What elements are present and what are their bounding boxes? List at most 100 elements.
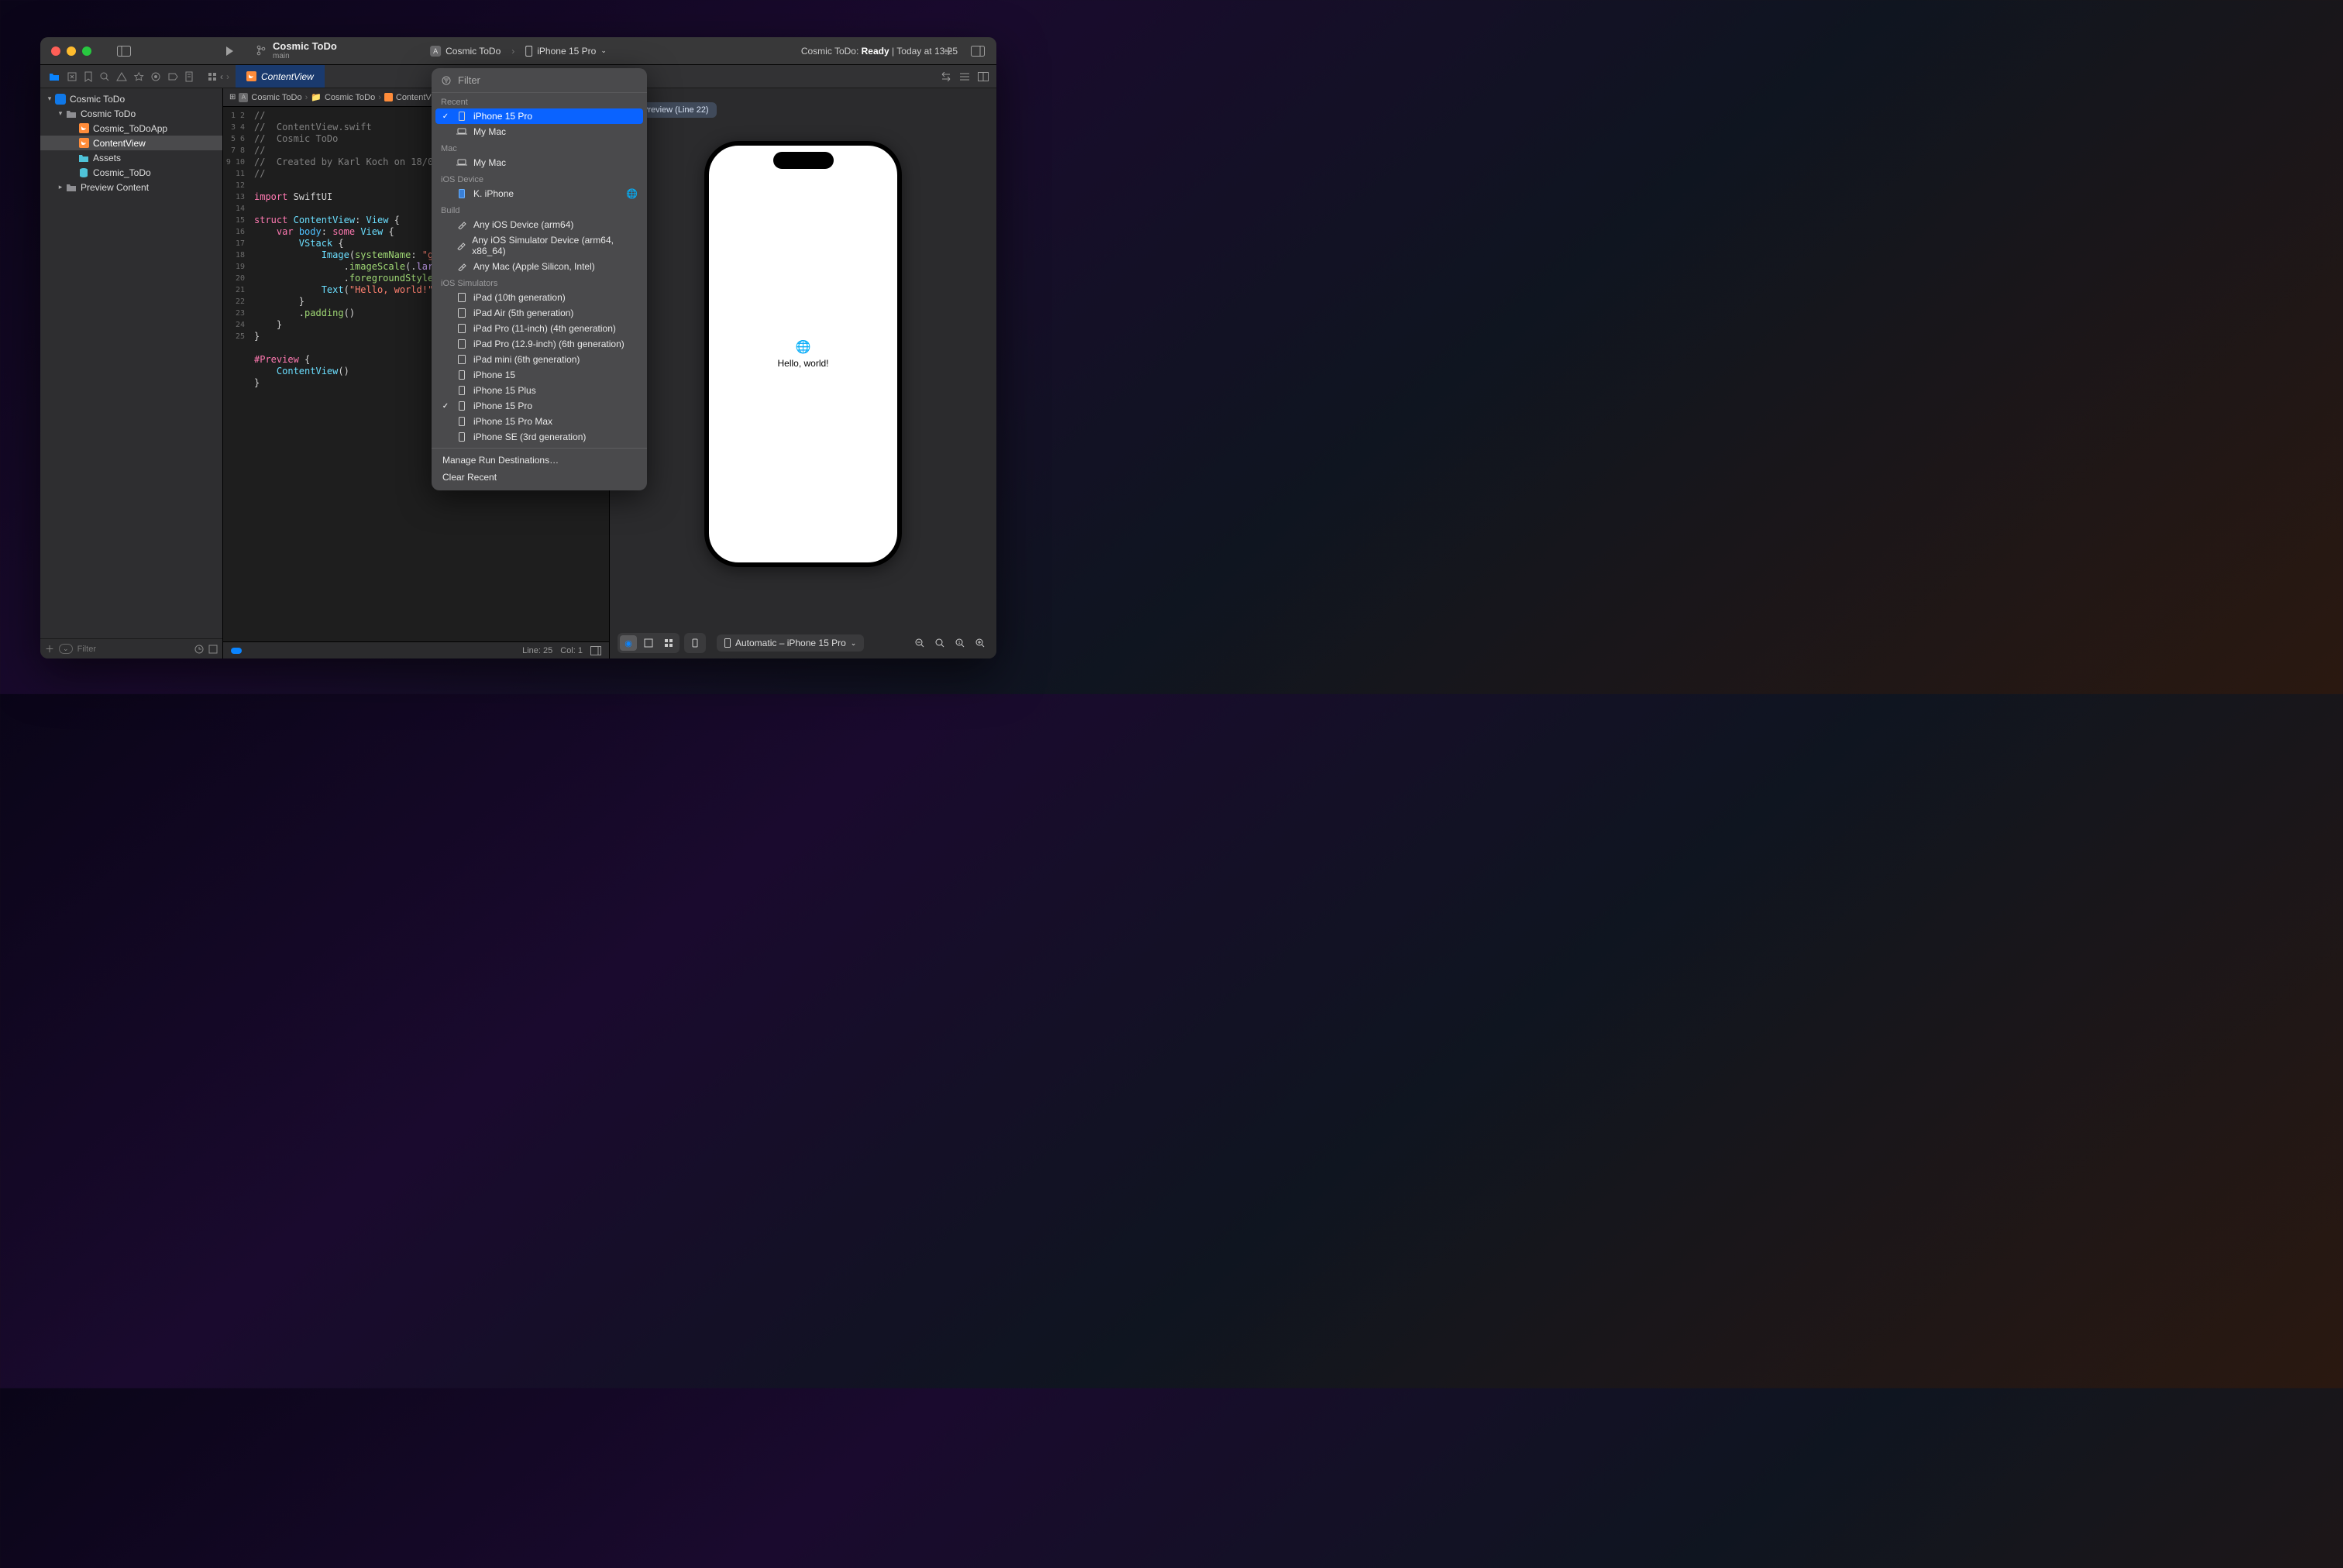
- phone-icon: [724, 638, 731, 648]
- destination-item[interactable]: ✓iPad Air (5th generation): [432, 305, 647, 321]
- phone-icon: [456, 112, 467, 121]
- destination-item[interactable]: ✓iPhone 15: [432, 367, 647, 383]
- destination-item[interactable]: ✓iPad mini (6th generation): [432, 352, 647, 367]
- destination-item[interactable]: ✓Any Mac (Apple Silicon, Intel): [432, 259, 647, 274]
- filter-scope-button[interactable]: ⌄: [59, 644, 73, 654]
- navigator-filter-bar: ＋ ⌄: [40, 638, 222, 658]
- ipad-icon: [456, 308, 467, 318]
- destination-item[interactable]: ✓iPhone SE (3rd generation): [432, 429, 647, 445]
- selectable-preview-button[interactable]: [640, 635, 657, 651]
- run-button[interactable]: [220, 42, 239, 60]
- laptop-icon: [456, 159, 467, 167]
- bookmark-navigator-tab[interactable]: [84, 71, 93, 82]
- canvas-controls: ◉ Automatic – iPhone 15 Pro ⌄ 1: [610, 628, 996, 658]
- test-navigator-tab[interactable]: [133, 71, 144, 82]
- branch-info[interactable]: Cosmic ToDo main: [256, 41, 337, 60]
- destination-item[interactable]: ✓iPhone 15 Pro: [435, 108, 643, 124]
- breakpoint-toggle[interactable]: [231, 648, 242, 654]
- ipad-icon: [456, 293, 467, 302]
- disclosure-triangle[interactable]: ▸: [56, 183, 65, 191]
- destination-item[interactable]: ✓iPhone 15 Pro Max: [432, 414, 647, 429]
- scm-status-button[interactable]: [208, 645, 218, 654]
- zoom-window-button[interactable]: [82, 46, 91, 56]
- find-navigator-tab[interactable]: [99, 71, 110, 82]
- report-navigator-tab[interactable]: [184, 71, 194, 82]
- minimap-toggle[interactable]: [590, 646, 601, 655]
- adjust-editor-button[interactable]: [959, 72, 970, 81]
- issue-navigator-tab[interactable]: [116, 71, 127, 82]
- close-window-button[interactable]: [51, 46, 60, 56]
- source-control-navigator-tab[interactable]: [67, 71, 77, 82]
- swift-icon: [246, 71, 256, 81]
- tree-item[interactable]: ▾ Cosmic ToDo: [40, 106, 222, 121]
- breakpoint-navigator-tab[interactable]: [167, 71, 178, 82]
- destination-item[interactable]: ✓iPhone 15 Pro: [432, 398, 647, 414]
- destination-selector[interactable]: iPhone 15 Pro ⌄: [519, 44, 613, 58]
- file-tree[interactable]: ▾ Cosmic ToDo ▾ Cosmic ToDo Cosmic_ToDoApp…: [40, 88, 222, 638]
- tree-item[interactable]: Assets: [40, 150, 222, 165]
- laptop-icon: [456, 128, 467, 136]
- destination-item[interactable]: ✓Any iOS Device (arm64): [432, 217, 647, 232]
- toggle-inspector-button[interactable]: [969, 42, 987, 60]
- tree-item[interactable]: ContentView: [40, 136, 222, 150]
- project-navigator-tab[interactable]: [48, 71, 60, 82]
- clear-recent-action[interactable]: Clear Recent: [432, 469, 647, 486]
- destination-item[interactable]: ✓iPad (10th generation): [432, 290, 647, 305]
- destination-item[interactable]: ✓K. iPhone🌐: [432, 186, 647, 201]
- preview-device-selector[interactable]: Automatic – iPhone 15 Pro ⌄: [717, 634, 864, 652]
- manage-destinations-action[interactable]: Manage Run Destinations…: [432, 452, 647, 469]
- destination-item-label: iPad Pro (12.9-inch) (6th generation): [473, 339, 624, 349]
- tree-item[interactable]: Cosmic_ToDo: [40, 165, 222, 180]
- add-button[interactable]: [939, 42, 958, 60]
- zoom-in-button[interactable]: [972, 635, 989, 651]
- destination-item[interactable]: ✓iPad Pro (12.9-inch) (6th generation): [432, 336, 647, 352]
- editor-options-button[interactable]: [941, 72, 951, 81]
- preview-canvas: Preview (Line 22) 🌐 Hello, world! ◉: [609, 88, 996, 658]
- tree-item-label: Cosmic ToDo: [81, 108, 136, 119]
- tree-item[interactable]: Cosmic_ToDoApp: [40, 121, 222, 136]
- scheme-selector[interactable]: A Cosmic ToDo: [424, 44, 507, 58]
- go-forward-button[interactable]: ›: [226, 71, 229, 82]
- go-back-button[interactable]: ‹: [220, 71, 223, 82]
- tree-item[interactable]: ▸Preview Content: [40, 180, 222, 194]
- popover-filter-placeholder[interactable]: Filter: [458, 74, 480, 86]
- minimize-window-button[interactable]: [67, 46, 76, 56]
- folder-icon: 📁: [311, 92, 322, 102]
- navigator-filter-input[interactable]: [77, 645, 190, 654]
- debug-navigator-tab[interactable]: [150, 71, 161, 82]
- simulator-device-frame[interactable]: 🌐 Hello, world!: [704, 141, 902, 567]
- toggle-navigator-button[interactable]: [115, 42, 133, 60]
- destination-item[interactable]: ✓My Mac: [432, 124, 647, 139]
- live-preview-button[interactable]: ◉: [620, 635, 637, 651]
- device-settings-button[interactable]: [686, 635, 704, 651]
- phone-color-icon: [456, 189, 467, 198]
- disclosure-triangle[interactable]: ▾: [56, 109, 65, 118]
- activity-status: Cosmic ToDo: Ready | Today at 13:25: [801, 46, 958, 57]
- zoom-out-button[interactable]: [911, 635, 928, 651]
- destination-item-label: iPad (10th generation): [473, 292, 566, 303]
- destination-item[interactable]: ✓iPhone 15 Plus: [432, 383, 647, 398]
- add-file-button[interactable]: ＋: [45, 642, 54, 655]
- network-icon: 🌐: [626, 188, 638, 199]
- xcodeproj-icon: [55, 94, 66, 105]
- add-editor-button[interactable]: [978, 72, 989, 81]
- destination-item[interactable]: ✓My Mac: [432, 155, 647, 170]
- disclosure-triangle[interactable]: ▾: [45, 95, 54, 103]
- editor-tab-contentview[interactable]: ContentView: [236, 65, 325, 88]
- scheme-name: Cosmic ToDo: [446, 46, 501, 57]
- phone-icon: [456, 401, 467, 411]
- destination-item-label: iPhone 15 Plus: [473, 385, 536, 396]
- recent-files-button[interactable]: [194, 645, 204, 654]
- assets-icon: [77, 152, 90, 164]
- cursor-col: 1: [578, 646, 583, 655]
- related-items-button[interactable]: [208, 72, 217, 81]
- project-root[interactable]: ▾ Cosmic ToDo: [40, 91, 222, 106]
- section-simulators: iOS Simulators: [432, 274, 647, 290]
- destination-item[interactable]: ✓iPad Pro (11-inch) (4th generation): [432, 321, 647, 336]
- variants-button[interactable]: [660, 635, 677, 651]
- destination-item[interactable]: ✓Any iOS Simulator Device (arm64, x86_64…: [432, 232, 647, 259]
- grid-icon[interactable]: ⊞: [229, 93, 236, 101]
- destination-item-label: Any iOS Device (arm64): [473, 219, 573, 230]
- zoom-actual-button[interactable]: 1: [951, 635, 969, 651]
- zoom-fit-button[interactable]: [931, 635, 948, 651]
